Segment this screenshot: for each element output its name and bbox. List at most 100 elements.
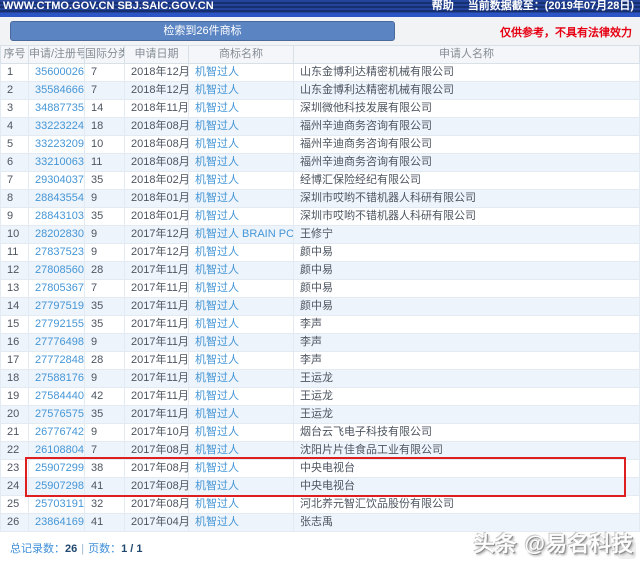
row-reg-no: 28843103 — [29, 208, 85, 226]
reg-no-link[interactable]: 27797519 — [35, 300, 84, 312]
row-applicant: 经博汇保险经纪有限公司 — [294, 172, 640, 190]
row-name: 机智过人 — [189, 100, 294, 118]
table-row: 4 33223224 18 2018年08月30日 机智过人 福州辛迪商务咨询有… — [1, 118, 640, 136]
row-seq: 16 — [1, 334, 29, 352]
trademark-link[interactable]: 机智过人 — [195, 192, 239, 204]
row-applicant: 沈阳片片佳食品工业有限公司 — [294, 442, 640, 460]
help-link[interactable]: 帮助 — [432, 0, 454, 13]
row-applicant: 深圳市哎哟不错机器人科研有限公司 — [294, 208, 640, 226]
trademark-link[interactable]: 机智过人 — [195, 444, 239, 456]
trademark-link[interactable]: 机智过人 — [195, 462, 239, 474]
reg-no-link[interactable]: 33223209 — [35, 138, 84, 150]
reg-no-link[interactable]: 33223224 — [35, 120, 84, 132]
row-name: 机智过人 — [189, 406, 294, 424]
row-applicant: 中央电视台 — [294, 460, 640, 478]
data-cutoff-label: 当前数据截至：(2019年07月28日) — [468, 0, 634, 13]
reg-no-link[interactable]: 25907298 — [35, 480, 84, 492]
table-row: 12 27808560 28 2017年11月30日 机智过人 颜中易 — [1, 262, 640, 280]
row-seq: 21 — [1, 424, 29, 442]
row-intl-class: 7 — [85, 442, 125, 460]
row-reg-no: 27584440 — [29, 388, 85, 406]
reg-no-link[interactable]: 27588176 — [35, 372, 84, 384]
row-intl-class: 28 — [85, 262, 125, 280]
row-reg-no: 27808560 — [29, 262, 85, 280]
reg-no-link[interactable]: 28843554 — [35, 192, 84, 204]
reg-no-link[interactable]: 28202830 — [35, 228, 84, 240]
trademark-link[interactable]: 机智过人 — [195, 498, 239, 510]
row-seq: 18 — [1, 370, 29, 388]
trademark-link[interactable]: 机智过人 — [195, 300, 239, 312]
table-row: 13 27805367 7 2017年11月30日 机智过人 颜中易 — [1, 280, 640, 298]
row-seq: 6 — [1, 154, 29, 172]
trademark-link[interactable]: 机智过人 — [195, 210, 239, 222]
trademark-link[interactable]: 机智过人 — [195, 138, 239, 150]
row-applicant: 山东金博利达精密机械有限公司 — [294, 82, 640, 100]
table-row: 25 25703191 32 2017年08月04日 机智过人 河北养元智汇饮品… — [1, 496, 640, 514]
reg-no-link[interactable]: 26776742 — [35, 426, 84, 438]
row-name: 机智过人 — [189, 244, 294, 262]
trademark-link[interactable]: 机智过人 — [195, 264, 239, 276]
row-applicant: 颜中易 — [294, 262, 640, 280]
reg-no-link[interactable]: 27808560 — [35, 264, 84, 276]
trademark-link[interactable]: 机智过人 — [195, 84, 239, 96]
trademark-link[interactable]: 机智过人 — [195, 516, 239, 528]
reg-no-link[interactable]: 35600026 — [35, 66, 84, 78]
row-date: 2018年01月22日 — [125, 208, 189, 226]
table-row: 14 27797519 35 2017年11月30日 机智过人 颜中易 — [1, 298, 640, 316]
reg-no-link[interactable]: 27576575 — [35, 408, 84, 420]
trademark-link[interactable]: 机智过人 — [195, 246, 239, 258]
reg-no-link[interactable]: 27805367 — [35, 282, 84, 294]
result-count-button[interactable]: 检索到26件商标 — [10, 21, 395, 41]
row-seq: 13 — [1, 280, 29, 298]
reg-no-link[interactable]: 27776498 — [35, 336, 84, 348]
reg-no-link[interactable]: 27792155 — [35, 318, 84, 330]
trademark-link[interactable]: 机智过人 BRAIN POWER — [195, 228, 294, 240]
row-seq: 3 — [1, 100, 29, 118]
reg-no-link[interactable]: 35584666 — [35, 84, 84, 96]
trademark-link[interactable]: 机智过人 — [195, 354, 239, 366]
row-seq: 2 — [1, 82, 29, 100]
reg-no-link[interactable]: 26108804 — [35, 444, 84, 456]
row-reg-no: 33210063 — [29, 154, 85, 172]
row-reg-no: 27588176 — [29, 370, 85, 388]
trademark-link[interactable]: 机智过人 — [195, 174, 239, 186]
table-header-row: 序号 申请/注册号 国际分类 申请日期 商标名称 申请人名称 — [1, 46, 640, 64]
reg-no-link[interactable]: 34887735 — [35, 102, 84, 114]
trademark-link[interactable]: 机智过人 — [195, 408, 239, 420]
reg-no-link[interactable]: 23864169 — [35, 516, 84, 528]
row-applicant: 王运龙 — [294, 388, 640, 406]
reg-no-link[interactable]: 28843103 — [35, 210, 84, 222]
row-seq: 22 — [1, 442, 29, 460]
table-row: 11 27837523 9 2017年12月01日 机智过人 颜中易 — [1, 244, 640, 262]
row-applicant: 颜中易 — [294, 280, 640, 298]
trademark-link[interactable]: 机智过人 — [195, 102, 239, 114]
reg-no-link[interactable]: 25703191 — [35, 498, 84, 510]
trademark-link[interactable]: 机智过人 — [195, 318, 239, 330]
row-date: 2017年11月20日 — [125, 406, 189, 424]
trademark-link[interactable]: 机智过人 — [195, 282, 239, 294]
row-reg-no: 27792155 — [29, 316, 85, 334]
trademark-link[interactable]: 机智过人 — [195, 336, 239, 348]
trademark-link[interactable]: 机智过人 — [195, 66, 239, 78]
reg-no-link[interactable]: 27772848 — [35, 354, 84, 366]
row-applicant: 王运龙 — [294, 406, 640, 424]
trademark-link[interactable]: 机智过人 — [195, 372, 239, 384]
row-date: 2017年11月20日 — [125, 370, 189, 388]
trademark-link[interactable]: 机智过人 — [195, 390, 239, 402]
table-row: 23 25907299 38 2017年08月17日 机智过人 中央电视台 — [1, 460, 640, 478]
disclaimer-text: 仅供参考，不具有法律效力 — [500, 24, 632, 40]
trademark-link[interactable]: 机智过人 — [195, 120, 239, 132]
row-intl-class: 7 — [85, 64, 125, 82]
trademark-link[interactable]: 机智过人 — [195, 480, 239, 492]
reg-no-link[interactable]: 27584440 — [35, 390, 84, 402]
row-intl-class: 9 — [85, 190, 125, 208]
site-url-label: WWW.CTMO.GOV.CN SBJ.SAIC.GOV.CN — [3, 0, 214, 13]
trademark-link[interactable]: 机智过人 — [195, 426, 239, 438]
reg-no-link[interactable]: 27837523 — [35, 246, 84, 258]
reg-no-link[interactable]: 29304037 — [35, 174, 84, 186]
row-seq: 11 — [1, 244, 29, 262]
row-intl-class: 11 — [85, 154, 125, 172]
trademark-link[interactable]: 机智过人 — [195, 156, 239, 168]
reg-no-link[interactable]: 25907299 — [35, 462, 84, 474]
reg-no-link[interactable]: 33210063 — [35, 156, 84, 168]
